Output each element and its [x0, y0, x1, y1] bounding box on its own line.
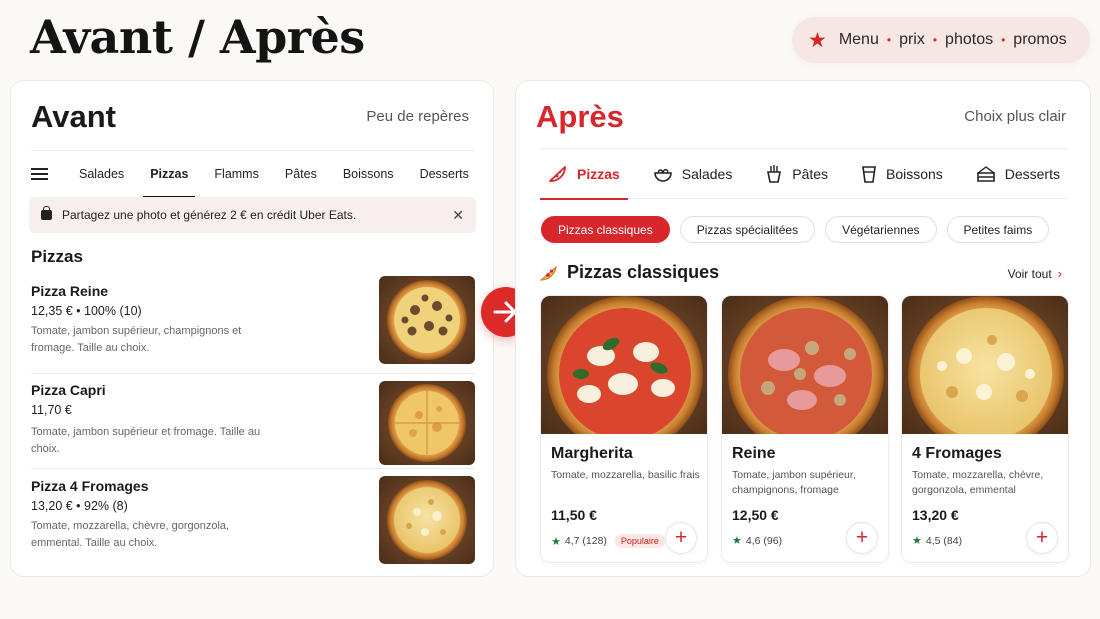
tab-boissons[interactable]: Boissons — [330, 151, 407, 197]
star-icon: ★ — [808, 28, 827, 52]
tab-pizzas[interactable]: Pizzas — [540, 148, 628, 200]
pizza-photo — [379, 381, 475, 465]
rating-value: 4,5 (84) — [925, 534, 963, 547]
rating-value: 4,7 (128) — [564, 535, 607, 547]
tab-desserts[interactable]: Desserts — [407, 151, 475, 197]
card-name: Reine — [732, 445, 776, 462]
list-item[interactable]: Pizza Reine 12,35 € • 100% (10) Tomate, … — [31, 276, 475, 374]
tab-boissons[interactable]: Boissons — [853, 148, 951, 199]
tab-flamms[interactable]: Flamms — [201, 151, 271, 197]
pizza-photo — [722, 296, 888, 452]
salad-bowl-icon — [653, 168, 672, 182]
feature-pill: ★ Menu • prix • photos • promos — [792, 17, 1090, 63]
item-name: Pizza Capri — [31, 382, 106, 398]
card-price: 12,50 € — [732, 507, 779, 523]
popular-badge: Populaire — [614, 534, 665, 548]
item-description: Tomate, jambon supérieur, champignons et… — [31, 325, 242, 354]
after-panel: Après Choix plus clair Pizzas Salades Pâ… — [515, 80, 1091, 577]
card-description: Tomate, jambon supérieur, champignons, f… — [732, 469, 856, 496]
star-icon: ★ — [551, 535, 561, 548]
add-to-cart-button[interactable]: + — [846, 522, 878, 554]
pill-item-photos: photos — [945, 31, 994, 48]
product-card[interactable]: Margherita Tomate, mozzarella, basilic f… — [540, 295, 708, 563]
item-price: 13,20 € • 92% (8) — [31, 499, 128, 513]
card-description: Tomate, mozzarella, chèvre, gorgonzola, … — [912, 469, 1044, 496]
pill-item-menu: Menu — [838, 31, 879, 48]
rating-value: 4,6 (96) — [745, 534, 783, 547]
add-to-cart-button[interactable]: + — [1026, 522, 1058, 554]
tab-label: Pâtes — [792, 165, 829, 182]
before-subtitle: Peu de repères — [366, 108, 469, 125]
pizza-slice-icon — [540, 265, 557, 281]
promo-banner: Partagez une photo et générez 2 € en cré… — [29, 197, 476, 233]
item-price: 12,35 € • 100% (10) — [31, 304, 142, 318]
card-price: 13,20 € — [912, 507, 959, 523]
card-name: Margherita — [551, 445, 633, 462]
separator-dot: • — [1001, 33, 1006, 47]
item-name: Pizza Reine — [31, 283, 109, 299]
page-title: Avant / Après — [30, 10, 365, 64]
after-subtitle: Choix plus clair — [964, 108, 1066, 125]
item-description: Tomate, mozzarella, chèvre, gorgonzola, … — [31, 520, 230, 549]
section-heading: Pizzas — [31, 247, 83, 266]
pill-item-promos: promos — [1013, 31, 1067, 48]
item-name: Pizza 4 Fromages — [31, 478, 149, 494]
pizza-photo — [541, 296, 707, 452]
tab-label: Pizzas — [577, 165, 620, 182]
list-item[interactable]: Pizza Capri 11,70 € Tomate, jambon supér… — [31, 381, 475, 469]
drink-cup-icon — [862, 165, 876, 183]
pizza-slice-icon — [549, 165, 566, 182]
chip-pizzas-classiques[interactable]: Pizzas classiques — [541, 216, 670, 243]
pizza-photo — [902, 296, 1068, 452]
filter-chips: Pizzas classiques Pizzas spécialitées Vé… — [541, 216, 1050, 243]
tab-desserts[interactable]: Desserts — [968, 148, 1068, 199]
tab-pates[interactable]: Pâtes — [272, 151, 330, 197]
item-price: 11,70 € — [31, 403, 72, 417]
pizza-photo — [379, 476, 475, 564]
section-heading: Pizzas classiques — [540, 262, 719, 283]
product-card[interactable]: 4 Fromages Tomate, mozzarella, chèvre, g… — [901, 295, 1069, 563]
chevron-right-icon: › — [1057, 266, 1062, 281]
separator-dot: • — [932, 33, 938, 47]
list-item[interactable]: Pizza 4 Fromages 13,20 € • 92% (8) Tomat… — [31, 476, 475, 576]
tab-pates[interactable]: Pâtes — [757, 148, 836, 199]
after-category-tabs: Pizzas Salades Pâtes Boissons Desserts — [540, 148, 1068, 200]
star-icon: ★ — [912, 535, 922, 547]
tab-pizzas[interactable]: Pizzas — [137, 151, 201, 197]
before-title: Avant — [31, 99, 116, 134]
dessert-icon — [976, 165, 995, 182]
shopping-bag-icon — [41, 206, 52, 220]
tab-label: Boissons — [885, 165, 943, 182]
hamburger-menu-icon[interactable] — [31, 168, 48, 180]
add-to-cart-button[interactable]: + — [665, 522, 697, 554]
before-category-tabs: Salades Pizzas Flamms Pâtes Boissons Des… — [31, 150, 475, 197]
star-icon: ★ — [732, 535, 742, 547]
tab-salades[interactable]: Salades — [645, 148, 741, 199]
chip-petites-faims[interactable]: Petites faims — [946, 216, 1050, 243]
after-title: Après — [536, 99, 624, 134]
close-icon[interactable]: ✕ — [452, 207, 464, 224]
see-all-link[interactable]: Voir tout › — [1008, 266, 1062, 281]
product-card[interactable]: Reine Tomate, jambon supérieur, champign… — [721, 295, 889, 563]
rating: ★ 4,7 (128) Populaire — [551, 534, 665, 548]
tab-salades[interactable]: Salades — [66, 151, 137, 197]
card-name: 4 Fromages — [912, 445, 1002, 462]
separator-dot: • — [886, 33, 892, 47]
card-description: Tomate, mozzarella, basilic frais — [551, 469, 700, 481]
rating: ★ 4,5 (84) — [912, 534, 963, 548]
item-description: Tomate, jambon supérieur et fromage. Tai… — [31, 426, 261, 455]
before-panel: Avant Peu de repères Salades Pizzas Flam… — [10, 80, 494, 577]
see-all-label: Voir tout — [1007, 266, 1052, 281]
tab-label: Desserts — [1004, 165, 1060, 182]
section-title: Pizzas classiques — [567, 262, 720, 282]
chip-pizzas-specialites[interactable]: Pizzas spécialitées — [679, 216, 816, 243]
chip-vegetariennes[interactable]: Végétariennes — [825, 216, 937, 243]
rating: ★ 4,6 (96) — [732, 534, 783, 548]
pizza-photo — [379, 276, 475, 364]
pasta-icon — [767, 164, 782, 183]
pill-item-prix: prix — [899, 31, 925, 48]
promo-text: Partagez une photo et générez 2 € en cré… — [62, 208, 357, 222]
tab-label: Salades — [681, 165, 733, 182]
card-price: 11,50 € — [551, 507, 597, 523]
